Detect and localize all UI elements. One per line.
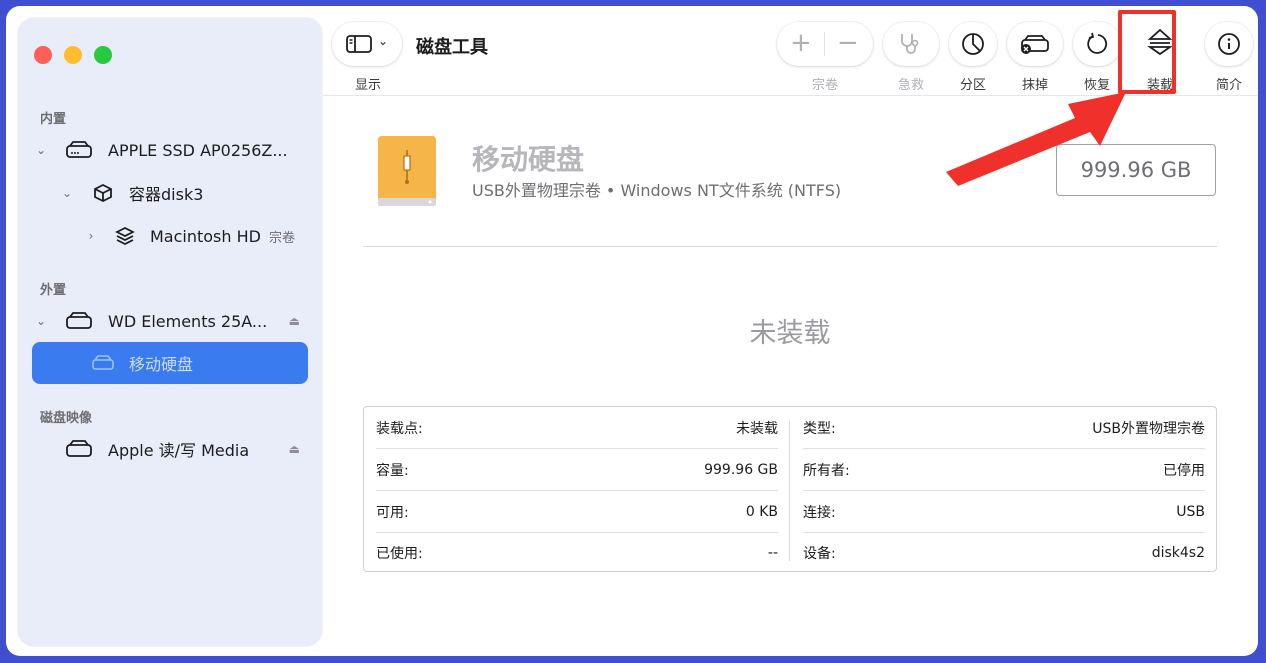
group-divider: [824, 32, 825, 56]
sidebar-item-label: 移动硬盘: [129, 355, 194, 374]
sidebar-item-wd-elements[interactable]: ⌄ WD Elements 25A... ⏏: [18, 301, 322, 341]
disk-description: USB外置物理宗卷 • Windows NT文件系统 (NTFS): [472, 181, 842, 200]
info-key: 已使用:: [376, 545, 423, 562]
sidebar-item-label: APPLE SSD AP0256Z...: [108, 140, 288, 160]
sidebar-item-container[interactable]: ⌄ 容器disk3: [18, 173, 322, 213]
info-value: disk4s2: [1151, 544, 1205, 561]
partition-label: 分区: [959, 78, 986, 93]
sidebar-item-name: Macintosh HD: [150, 226, 261, 246]
erase-button[interactable]: [1007, 22, 1063, 66]
stethoscope-icon: [898, 32, 924, 60]
partition-button[interactable]: [949, 22, 997, 66]
first-aid-label: 急救: [897, 78, 924, 93]
info-right-column: 类型: USB外置物理宗卷 所有者: 已停用 连接: USB 设备: disk4s2: [791, 407, 1217, 573]
capacity-badge: 999.96 GB: [1056, 144, 1216, 196]
sidebar-item-label: Apple 读/写 Media: [108, 441, 250, 460]
info-key: 装载点:: [376, 420, 423, 437]
info-row-capacity: 容量: 999.96 GB: [376, 449, 778, 490]
volume-stack-icon: [112, 225, 138, 247]
section-disk-images: 磁盘映像: [40, 411, 93, 426]
volume-add-remove-group: + −: [777, 22, 873, 66]
disk-utility-window: 内置 ⌄ APPLE SSD AP0256Z... ⌄ 容器disk3 › Ma…: [6, 6, 1258, 656]
view-label: 显示: [354, 78, 381, 93]
external-drive-icon: [376, 134, 438, 210]
sidebar-item-label: 容器disk3: [129, 185, 204, 204]
sidebar-item-label: WD Elements 25A...: [108, 311, 268, 331]
add-volume-button[interactable]: +: [790, 28, 812, 58]
chevron-down-icon[interactable]: ⌄: [60, 186, 74, 200]
sidebar-item-apple-media[interactable]: Apple 读/写 Media ⏏: [18, 429, 322, 469]
pie-chart-icon: [961, 32, 985, 60]
sidebar: 内置 ⌄ APPLE SSD AP0256Z... ⌄ 容器disk3 › Ma…: [18, 18, 322, 646]
eject-icon[interactable]: ⏏: [289, 442, 300, 456]
close-window-button[interactable]: [34, 46, 52, 64]
section-external: 外置: [40, 283, 67, 298]
volume-disk-icon: [90, 352, 116, 374]
sidebar-item-macintosh-hd[interactable]: › Macintosh HD 宗卷: [18, 216, 322, 256]
info-value: 0 KB: [745, 503, 778, 520]
info-left-column: 装载点: 未装载 容量: 999.96 GB 可用: 0 KB 已使用: --: [364, 407, 790, 573]
info-row-type: 类型: USB外置物理宗卷: [803, 407, 1205, 448]
info-value: 999.96 GB: [704, 461, 778, 478]
section-internal: 内置: [40, 112, 67, 127]
chevron-down-icon[interactable]: ⌄: [34, 143, 48, 157]
disk-image-icon: [66, 438, 92, 460]
info-row-used: 已使用: --: [376, 532, 778, 573]
info-value: 已停用: [1163, 462, 1205, 479]
remove-volume-button[interactable]: −: [837, 28, 859, 58]
info-row-mount-point: 装载点: 未装载: [376, 407, 778, 448]
first-aid-button[interactable]: [883, 22, 939, 66]
container-icon: [90, 182, 116, 204]
column-divider: [789, 421, 790, 561]
header-divider: [363, 246, 1217, 247]
sidebar-toggle-icon: [346, 34, 372, 58]
zoom-window-button[interactable]: [94, 46, 112, 64]
info-key: 类型:: [803, 420, 836, 437]
page-title: 磁盘工具: [416, 37, 488, 58]
info-key: 设备:: [803, 545, 836, 562]
info-key: 可用:: [376, 504, 409, 521]
disk-name: 移动硬盘: [472, 143, 585, 176]
info-label: 简介: [1215, 78, 1242, 93]
sidebar-item-removable-disk[interactable]: 移动硬盘: [18, 343, 322, 383]
info-row-owner: 所有者: 已停用: [803, 449, 1205, 490]
minimize-window-button[interactable]: [64, 46, 82, 64]
info-key: 所有者:: [803, 462, 850, 479]
sidebar-item-apple-ssd[interactable]: ⌄ APPLE SSD AP0256Z...: [18, 130, 322, 170]
info-key: 容量:: [376, 462, 409, 479]
sidebar-item-label: Macintosh HD 宗卷: [150, 227, 295, 246]
view-button[interactable]: ⌄: [332, 22, 402, 66]
chevron-down-icon[interactable]: ⌄: [34, 314, 48, 328]
mount-button-highlight: [1118, 10, 1176, 94]
info-row-connection: 连接: USB: [803, 491, 1205, 532]
info-key: 连接:: [803, 504, 836, 521]
volume-label: 宗卷: [811, 78, 838, 93]
info-value: USB外置物理宗卷: [1092, 420, 1205, 437]
internal-disk-icon: [66, 139, 92, 161]
info-table: 装载点: 未装载 容量: 999.96 GB 可用: 0 KB 已使用: -- 类型: U…: [363, 406, 1217, 572]
info-button[interactable]: [1205, 22, 1253, 66]
chevron-right-icon[interactable]: ›: [84, 229, 98, 243]
chevron-down-icon: ⌄: [378, 34, 389, 48]
external-disk-icon: [66, 310, 92, 332]
info-value: --: [767, 544, 778, 561]
info-value: USB: [1176, 503, 1205, 520]
info-row-available: 可用: 0 KB: [376, 491, 778, 532]
info-icon: [1217, 32, 1241, 60]
restore-arrow-icon: [1085, 32, 1109, 60]
eject-icon[interactable]: ⏏: [289, 314, 300, 328]
mount-status: 未装载: [749, 318, 831, 349]
restore-button[interactable]: [1073, 22, 1121, 66]
erase-label: 抹掉: [1021, 78, 1048, 93]
volume-tag: 宗卷: [268, 230, 295, 246]
info-row-device: 设备: disk4s2: [803, 532, 1205, 573]
info-value: 未装载: [736, 420, 778, 437]
erase-disk-icon: [1019, 33, 1051, 59]
